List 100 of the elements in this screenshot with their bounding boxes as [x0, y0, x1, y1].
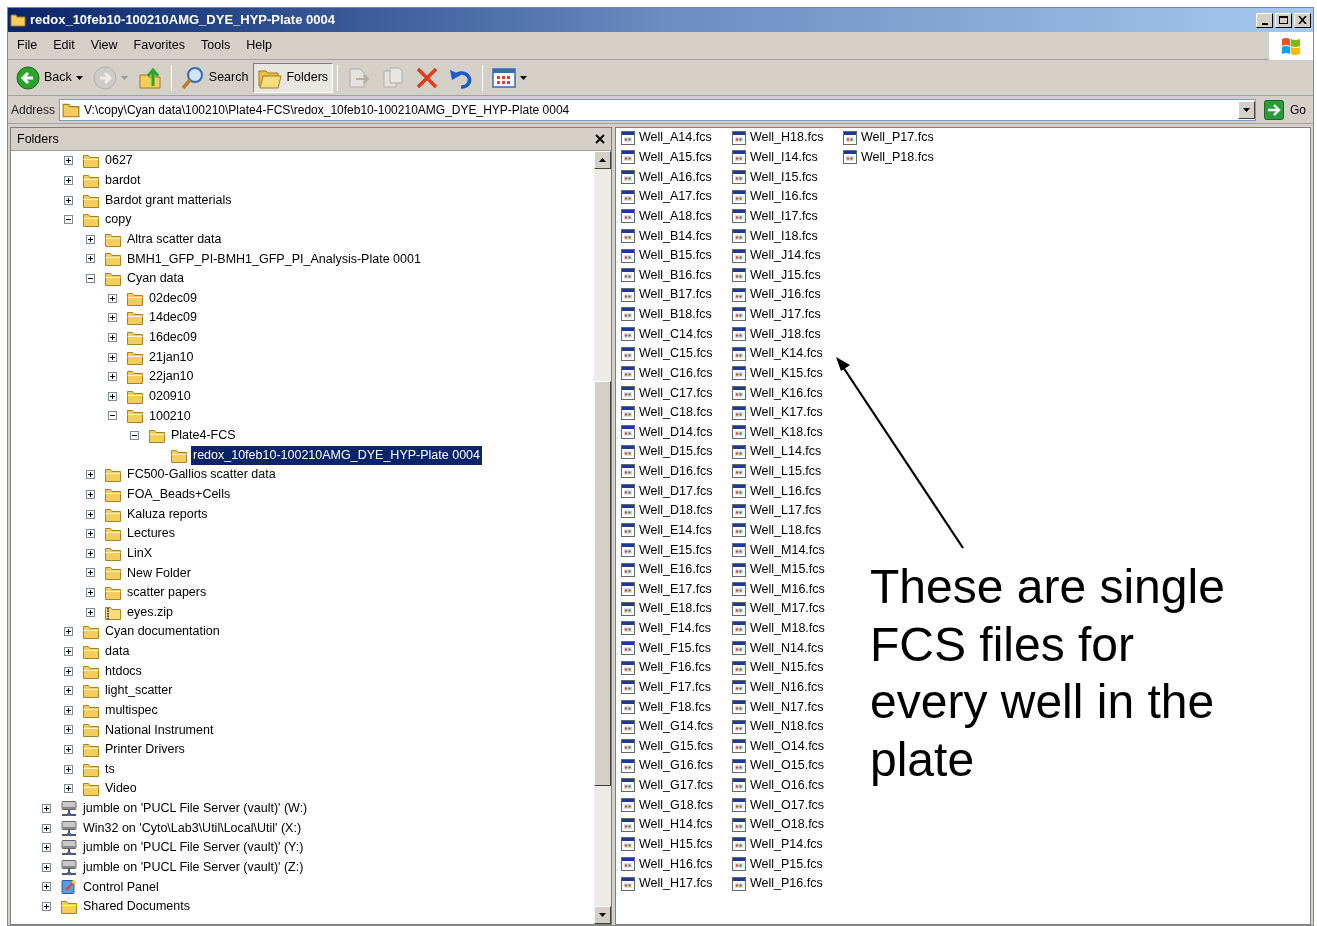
tree-item[interactable]: copy: [103, 210, 134, 230]
expand-icon[interactable]: [63, 646, 73, 656]
list-entry[interactable]: Well_O15.fcs: [750, 756, 825, 776]
list-entry[interactable]: Well_O16.fcs: [750, 776, 825, 795]
list-entry[interactable]: Well_G16.fcs: [639, 756, 714, 776]
menu-item[interactable]: Tools: [194, 34, 238, 57]
list-entry[interactable]: Well_G14.fcs: [639, 717, 714, 736]
list-entry[interactable]: Well_C18.fcs: [639, 403, 713, 422]
menu-item[interactable]: Help: [239, 34, 279, 57]
list-entry[interactable]: Well_N14.fcs: [750, 638, 824, 658]
expand-icon[interactable]: [85, 234, 95, 244]
list-entry[interactable]: Well_P14.fcs: [750, 834, 823, 854]
tree-item[interactable]: 16dec09: [147, 328, 199, 347]
list-entry[interactable]: Well_J14.fcs: [750, 246, 821, 265]
tree-item[interactable]: FC500-Gallios scatter data: [125, 465, 278, 485]
list-entry[interactable]: Well_L18.fcs: [750, 520, 822, 540]
list-entry[interactable]: Well_C16.fcs: [639, 363, 713, 383]
list-entry[interactable]: Well_H16.fcs: [639, 854, 713, 874]
back-button[interactable]: Back: [11, 62, 88, 93]
tree-item[interactable]: jumble on 'PUCL File Server (vault)' (W:): [81, 799, 310, 818]
list-entry[interactable]: Well_L14.fcs: [750, 442, 822, 462]
list-entry[interactable]: Well_K18.fcs: [750, 422, 823, 442]
expand-icon[interactable]: [63, 784, 73, 794]
minimize-button[interactable]: [1256, 12, 1273, 28]
expand-icon[interactable]: [63, 195, 73, 205]
tree-item[interactable]: 02dec09: [147, 288, 199, 308]
tree-item[interactable]: LinX: [125, 543, 155, 563]
tree-item[interactable]: BMH1_GFP_PI-BMH1_GFP_PI_Analysis-Plate 0001: [125, 249, 423, 269]
dropdown-button[interactable]: [1238, 100, 1255, 119]
list-entry[interactable]: Well_D15.fcs: [639, 442, 713, 462]
list-entry[interactable]: Well_P15.fcs: [750, 854, 823, 874]
list-entry[interactable]: Well_N17.fcs: [750, 697, 824, 717]
list-entry[interactable]: Well_D18.fcs: [639, 501, 713, 521]
list-entry[interactable]: Well_H18.fcs: [750, 128, 824, 148]
list-entry[interactable]: Well_L17.fcs: [750, 501, 822, 521]
expand-icon[interactable]: [41, 803, 51, 813]
maximize-button[interactable]: [1275, 12, 1292, 28]
list-entry[interactable]: Well_L16.fcs: [750, 481, 822, 501]
expand-icon[interactable]: [85, 529, 95, 539]
list-entry[interactable]: Well_F17.fcs: [639, 677, 711, 697]
tree-item[interactable]: Video: [103, 779, 139, 799]
list-entry[interactable]: Well_J17.fcs: [750, 305, 821, 324]
close-icon[interactable]: [595, 134, 605, 144]
tree-item[interactable]: 22jan10: [147, 367, 196, 387]
expand-icon[interactable]: [85, 548, 95, 558]
collapse-icon[interactable]: [63, 215, 73, 225]
tree-item[interactable]: Printer Drivers: [103, 740, 187, 759]
list-entry[interactable]: Well_K17.fcs: [750, 403, 823, 422]
list-entry[interactable]: Well_P18.fcs: [861, 148, 934, 167]
list-entry[interactable]: Well_I18.fcs: [750, 226, 818, 246]
list-entry[interactable]: Well_J15.fcs: [750, 265, 821, 285]
list-entry[interactable]: Well_I17.fcs: [750, 206, 818, 226]
list-entry[interactable]: Well_J16.fcs: [750, 285, 821, 305]
collapse-icon[interactable]: [85, 274, 95, 284]
list-entry[interactable]: Well_B17.fcs: [639, 285, 712, 305]
list-entry[interactable]: Well_E16.fcs: [639, 560, 712, 579]
list-entry[interactable]: Well_M14.fcs: [750, 540, 825, 560]
tree-item[interactable]: 100210: [147, 406, 193, 426]
list-entry[interactable]: Well_H15.fcs: [639, 834, 713, 854]
list-entry[interactable]: Well_H17.fcs: [639, 874, 713, 893]
list-entry[interactable]: Well_F16.fcs: [639, 658, 711, 678]
go-button[interactable]: Go: [1260, 98, 1310, 121]
expand-icon[interactable]: [85, 489, 95, 499]
tree-item[interactable]: Bardot grant matterials: [103, 190, 234, 210]
tree-item[interactable]: jumble on 'PUCL File Server (vault)' (Y:): [81, 838, 306, 858]
tree-item[interactable]: multispec: [103, 700, 160, 720]
list-entry[interactable]: Well_D16.fcs: [639, 462, 713, 481]
menu-item[interactable]: File: [10, 34, 45, 57]
scroll-thumb[interactable]: [594, 381, 611, 786]
expand-icon[interactable]: [107, 352, 117, 362]
list-entry[interactable]: Well_E15.fcs: [639, 540, 712, 560]
scroll-up-button[interactable]: [594, 151, 611, 169]
list-entry[interactable]: Well_K14.fcs: [750, 344, 823, 364]
list-entry[interactable]: Well_K15.fcs: [750, 363, 823, 383]
list-entry[interactable]: Well_J18.fcs: [750, 324, 821, 344]
folders-button[interactable]: Folders: [253, 62, 334, 93]
expand-icon[interactable]: [85, 588, 95, 598]
expand-icon[interactable]: [85, 470, 95, 480]
list-entry[interactable]: Well_E14.fcs: [639, 520, 712, 540]
expand-icon[interactable]: [63, 686, 73, 696]
list-entry[interactable]: Well_G18.fcs: [639, 795, 714, 815]
tree-item[interactable]: 0627: [103, 151, 135, 171]
tree-item[interactable]: Altra scatter data: [125, 229, 224, 249]
list-entry[interactable]: Well_A14.fcs: [639, 128, 712, 148]
expand-icon[interactable]: [107, 372, 117, 382]
tree-item[interactable]: light_scatter: [103, 681, 175, 701]
list-entry[interactable]: Well_M16.fcs: [750, 579, 825, 599]
list-entry[interactable]: Well_F18.fcs: [639, 697, 711, 717]
expand-icon[interactable]: [63, 156, 73, 166]
list-entry[interactable]: Well_N16.fcs: [750, 677, 824, 697]
expand-icon[interactable]: [85, 509, 95, 519]
tree-item[interactable]: scatter papers: [125, 583, 209, 602]
list-entry[interactable]: Well_O14.fcs: [750, 736, 825, 756]
list-entry[interactable]: Well_G17.fcs: [639, 776, 714, 795]
tree-item[interactable]: Cyan documentation: [103, 622, 222, 642]
tree-item[interactable]: Kaluza reports: [125, 504, 210, 524]
list-entry[interactable]: Well_B16.fcs: [639, 265, 712, 285]
list-entry[interactable]: Well_B18.fcs: [639, 305, 712, 324]
list-entry[interactable]: Well_C14.fcs: [639, 324, 713, 344]
expand-icon[interactable]: [41, 882, 51, 892]
